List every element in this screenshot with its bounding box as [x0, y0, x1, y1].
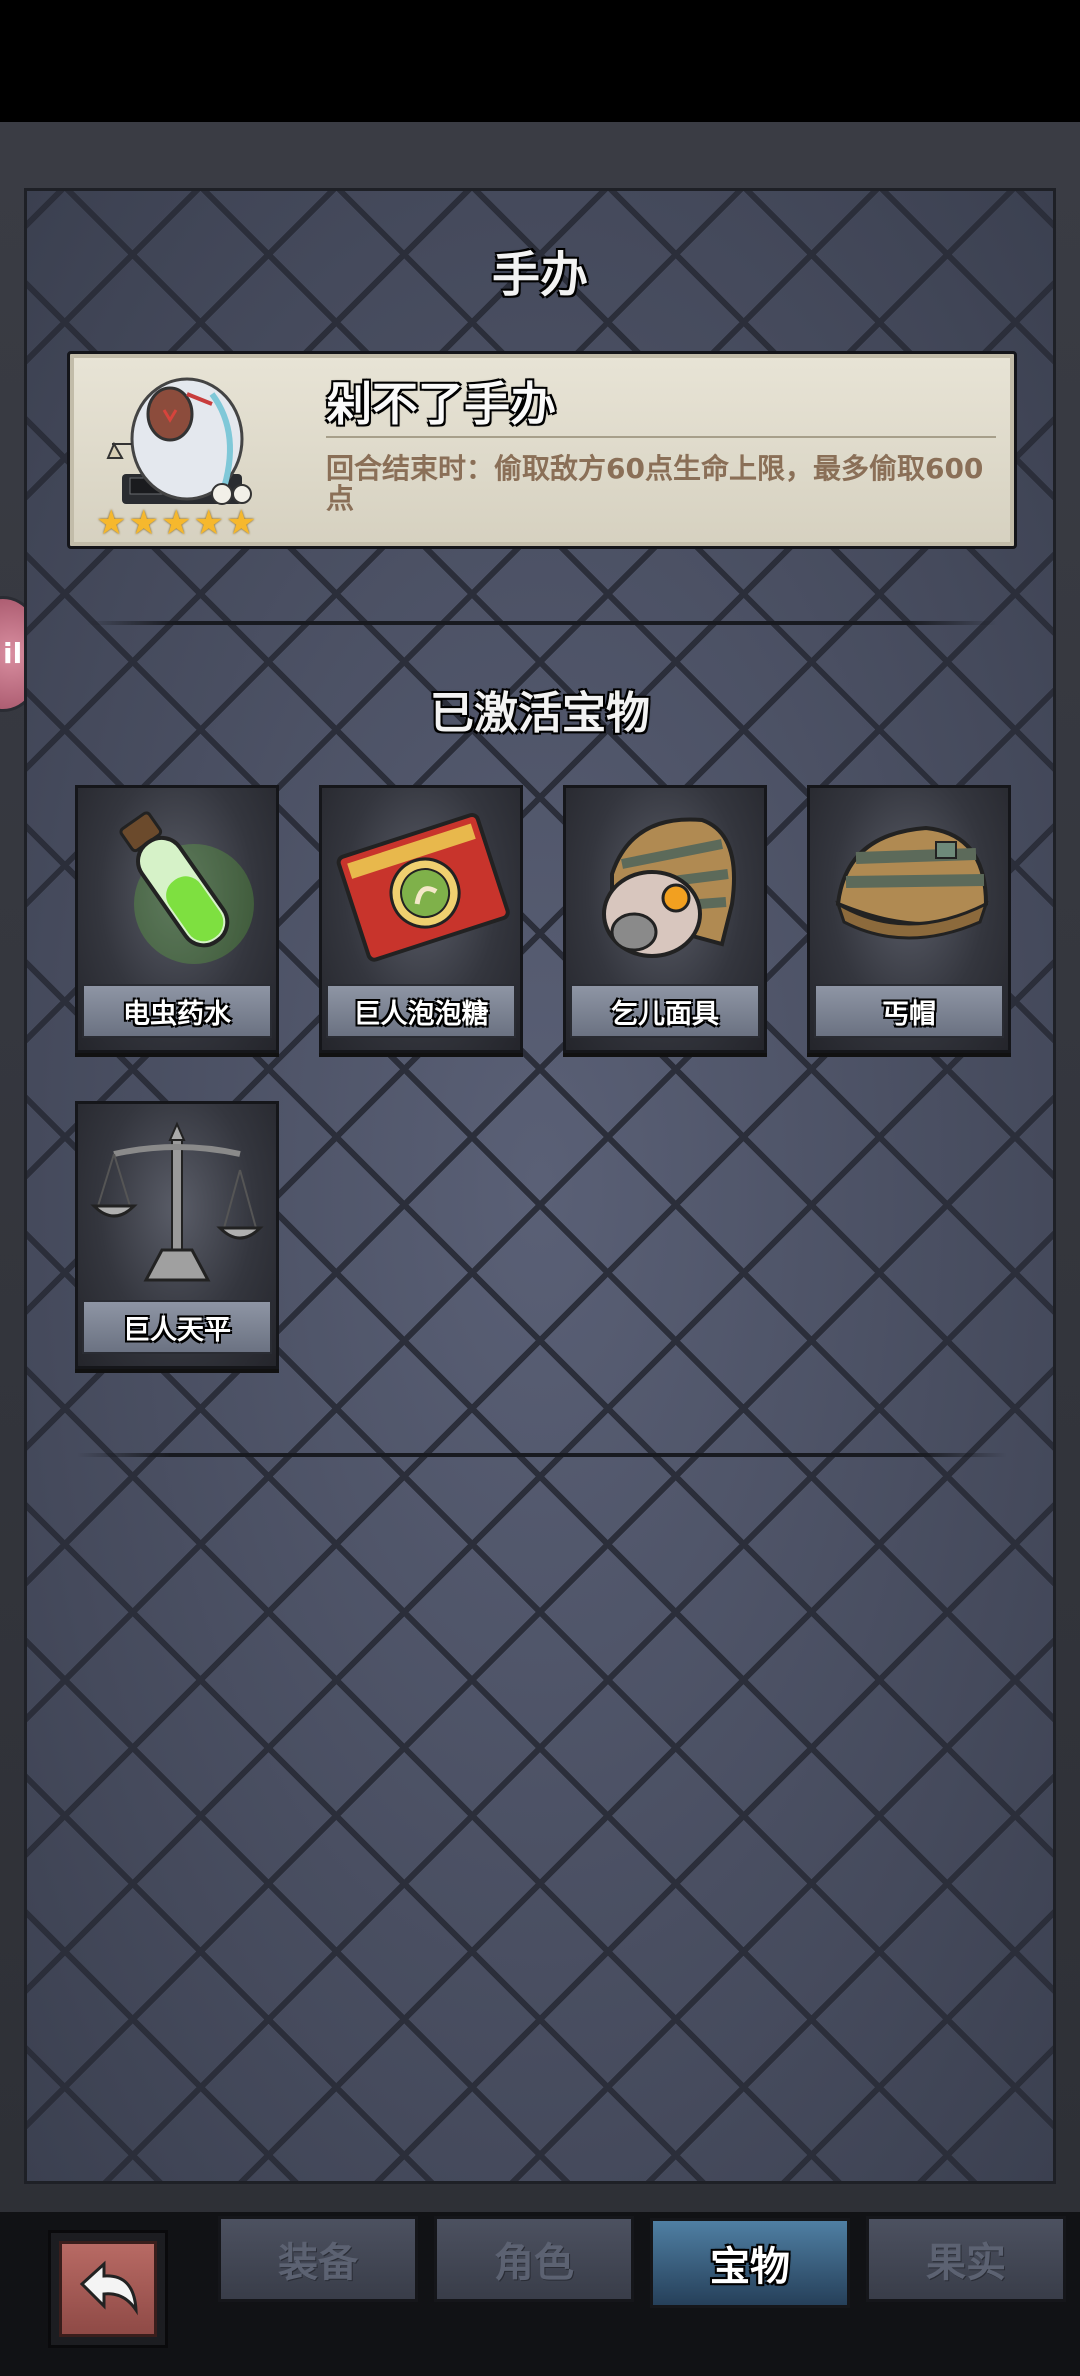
- star-icon: ★: [96, 503, 127, 543]
- treasure-item-label: 乞儿面具: [570, 984, 760, 1038]
- treasure-item-potion[interactable]: 电虫药水: [75, 785, 279, 1053]
- back-button-face: [59, 2241, 157, 2337]
- bubble-gum-pack-icon: [336, 812, 510, 962]
- treasure-item-label: 电虫药水: [82, 984, 272, 1038]
- treasure-item-mask[interactable]: 乞儿面具: [563, 785, 767, 1053]
- tab-treasure[interactable]: 宝物: [650, 2218, 850, 2308]
- star-icon: ★: [193, 503, 224, 543]
- treasure-item-scale[interactable]: 巨人天平: [75, 1101, 279, 1369]
- green-potion-icon: [119, 811, 254, 964]
- treasure-item-hat[interactable]: 丐帽: [807, 785, 1011, 1053]
- star-icon: ★: [128, 503, 159, 543]
- figure-section-title: 手办: [491, 247, 588, 303]
- star-icon: ★: [160, 503, 192, 543]
- bottom-nav-bar: 装备 角色 宝物 果实: [0, 2212, 1080, 2376]
- back-arrow-icon: [79, 2260, 138, 2316]
- treasure-item-label: 巨人泡泡糖: [326, 984, 516, 1038]
- beggar-hat-icon: [835, 825, 989, 940]
- figure-name: 剁不了手办: [326, 377, 556, 431]
- figure-star-rating: ★ ★ ★ ★ ★: [96, 506, 256, 540]
- treasure-item-label: 巨人天平: [82, 1300, 272, 1354]
- treasure-panel: 手办 ★ ★ ★ ★ ★ 剁不了手办 回合结束时：偷取敌方60点生命上限，最多偷…: [24, 188, 1056, 2184]
- treasure-section-title: 已激活宝物: [430, 688, 650, 739]
- back-button[interactable]: [48, 2230, 168, 2348]
- tab-fruit[interactable]: 果实: [866, 2216, 1066, 2302]
- status-bar: [0, 0, 1080, 122]
- star-icon: ★: [225, 503, 257, 543]
- treasure-item-label: 丐帽: [814, 984, 1004, 1038]
- balance-scale-icon: [90, 1121, 264, 1282]
- figure-description: 回合结束时：偷取敌方60点生命上限，最多偷取600点: [326, 452, 984, 515]
- section-divider: [87, 621, 997, 625]
- tab-character[interactable]: 角色: [434, 2216, 634, 2302]
- figure-divider: [326, 436, 996, 438]
- beggar-mask-icon: [602, 817, 736, 958]
- figure-card[interactable]: ★ ★ ★ ★ ★ 剁不了手办 回合结束时：偷取敌方60点生命上限，最多偷取60…: [67, 351, 1017, 549]
- section-divider-bottom: [77, 1453, 1007, 1457]
- tab-equipment[interactable]: 装备: [218, 2216, 418, 2302]
- treasure-item-bubble-gum[interactable]: 巨人泡泡糖: [319, 785, 523, 1053]
- app-frame: ili 手办 ★ ★ ★ ★ ★ 剁不了手办 回合结束时：偷取敌方60点生命上限…: [0, 122, 1080, 2212]
